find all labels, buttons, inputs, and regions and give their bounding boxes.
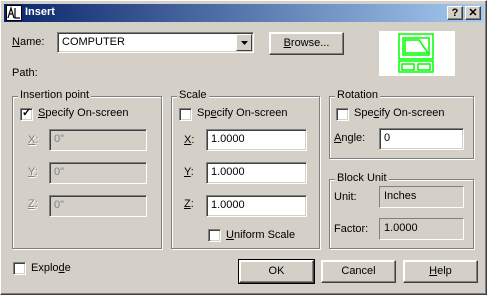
path-label: Path: [12, 67, 38, 79]
scale-x-label: X: [184, 134, 195, 146]
insertion-y-input[interactable]: 0" [49, 162, 147, 184]
help-button[interactable]: Help [403, 260, 478, 283]
insertion-z-input[interactable]: 0" [49, 195, 147, 217]
explode-label: Explode [31, 262, 71, 274]
scale-specify-label: Specify On-screen [197, 107, 288, 119]
factor-label: Factor: [334, 223, 369, 235]
ok-button[interactable]: OK [238, 259, 315, 284]
name-label: Name: [12, 36, 45, 48]
block-preview [379, 31, 455, 76]
block-unit-title: Block Unit [335, 172, 389, 184]
computer-block-preview-icon [398, 33, 434, 73]
check-icon: ✓ [22, 107, 32, 119]
browse-button[interactable]: Browse... [269, 32, 344, 55]
title-bar[interactable]: Insert ? ✕ [4, 4, 484, 22]
uniform-scale-label: Uniform Scale [226, 229, 296, 241]
cancel-button[interactable]: Cancel [321, 260, 396, 283]
rotation-specify-checkbox[interactable]: ✓ [336, 108, 349, 121]
insertion-y-label: Y: [28, 166, 38, 178]
rotation-specify-label: Specify On-screen [354, 107, 445, 119]
close-icon: ✕ [468, 7, 478, 19]
angle-label: Angle: [334, 132, 366, 144]
scale-title: Scale [177, 89, 209, 101]
insertion-specify-label: Specify On-screen [38, 107, 129, 119]
explode-checkbox[interactable]: ✓ [13, 262, 26, 275]
close-button[interactable]: ✕ [465, 6, 481, 20]
insert-dialog: Insert ? ✕ Name: COMPUTER Browse... Path… [0, 0, 487, 295]
scale-z-label: Z: [184, 198, 194, 210]
uniform-scale-checkbox[interactable]: ✓ [208, 229, 221, 242]
name-value: COMPUTER [62, 36, 125, 48]
insertion-x-label: X: [28, 134, 39, 146]
insertion-z-label: Z: [28, 198, 38, 210]
angle-input[interactable]: 0 [379, 128, 464, 150]
chevron-down-icon [241, 41, 248, 45]
insertion-point-title: Insertion point [18, 89, 92, 101]
scale-x-input[interactable]: 1.0000 [206, 129, 307, 151]
window-title: Insert [25, 6, 55, 18]
help-icon: ? [451, 7, 459, 19]
autocad-app-icon [6, 5, 22, 21]
unit-value: Inches [379, 186, 464, 208]
factor-value: 1.0000 [379, 218, 464, 240]
rotation-title: Rotation [335, 89, 380, 101]
name-combobox[interactable]: COMPUTER [57, 32, 254, 53]
scale-specify-checkbox[interactable]: ✓ [179, 108, 192, 121]
insertion-x-input[interactable]: 0" [49, 129, 147, 151]
scale-y-label: Y: [184, 166, 194, 178]
help-title-button[interactable]: ? [447, 6, 463, 20]
scale-z-input[interactable]: 1.0000 [206, 195, 307, 217]
unit-label: Unit: [334, 191, 357, 203]
scale-y-input[interactable]: 1.0000 [206, 162, 307, 184]
dropdown-button[interactable] [236, 34, 252, 51]
insertion-specify-checkbox[interactable]: ✓ [20, 107, 33, 121]
